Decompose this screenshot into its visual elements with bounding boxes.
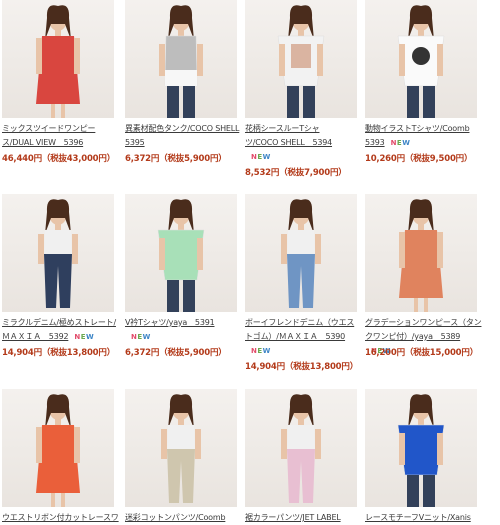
product-price: 46,440円（税抜43,000円） bbox=[2, 154, 116, 164]
product-photo[interactable] bbox=[365, 0, 477, 118]
product-price: 14,904円（税抜13,800円） bbox=[2, 348, 116, 358]
product-photo[interactable] bbox=[245, 0, 357, 118]
product-name-link[interactable]: ボーイフレンドデニム（ウエス トゴム）/ＭＡＸＩＡ 5390 NEW bbox=[245, 316, 363, 358]
new-badge: NEW bbox=[251, 347, 271, 355]
new-badge: NEW bbox=[390, 139, 411, 147]
product-name-link[interactable]: 裾カラーパンツ/JET LABEL bbox=[245, 511, 363, 525]
product-name-link[interactable]: ウエストリボン付カットレースワ bbox=[2, 511, 120, 525]
product-photo[interactable] bbox=[2, 389, 114, 507]
product-price: 6,372円（税抜5,900円） bbox=[125, 154, 227, 164]
product-photo[interactable] bbox=[245, 194, 357, 312]
product-price: 16,200円（税抜15,000円） bbox=[365, 348, 479, 358]
product-name-link[interactable]: V衿Tシャツ/yaya 5391 NEW bbox=[125, 316, 243, 344]
product-photo[interactable] bbox=[125, 389, 237, 507]
new-badge: NEW bbox=[131, 333, 151, 341]
product-name-link[interactable]: レースモチーフVニット/Xanis bbox=[365, 511, 483, 525]
new-badge: NEW bbox=[251, 153, 271, 161]
product-grid-page: { "products": [ {"name_line1":"ミックスツイードワ… bbox=[0, 0, 500, 522]
product-name-link[interactable]: ミラクルデニム/極めストレート/ＭＡＸＩＡ 5392 NEW bbox=[2, 316, 120, 344]
product-photo[interactable] bbox=[2, 0, 114, 118]
product-price: 14,904円（税抜13,800円） bbox=[245, 362, 359, 372]
product-photo[interactable] bbox=[2, 194, 114, 312]
product-price: 8,532円（税抜7,900円） bbox=[245, 168, 347, 178]
product-price: 6,372円（税抜5,900円） bbox=[125, 348, 227, 358]
product-photo[interactable] bbox=[125, 194, 237, 312]
product-photo[interactable] bbox=[245, 389, 357, 507]
product-name-link[interactable]: 迷彩コットンパンツ/Coomb bbox=[125, 511, 243, 525]
product-photo[interactable] bbox=[365, 194, 477, 312]
product-name-link[interactable]: 動物イラストTシャツ/Coomb 5393 NEW bbox=[365, 122, 483, 150]
product-photo[interactable] bbox=[125, 0, 237, 118]
product-photo[interactable] bbox=[365, 389, 477, 507]
product-name-link[interactable]: 異素材配色タンク/COCO SHELL 5395 bbox=[125, 122, 243, 150]
new-badge: NEW bbox=[74, 333, 95, 341]
product-price: 10,260円（税抜9,500円） bbox=[365, 154, 473, 164]
product-name-link[interactable]: 花柄シースルーTシャ ツ/COCO SHELL 5394 NEW bbox=[245, 122, 363, 164]
product-name-link[interactable]: ミックスツイードワンピー ス/DUAL VIEW 5396 bbox=[2, 122, 120, 150]
